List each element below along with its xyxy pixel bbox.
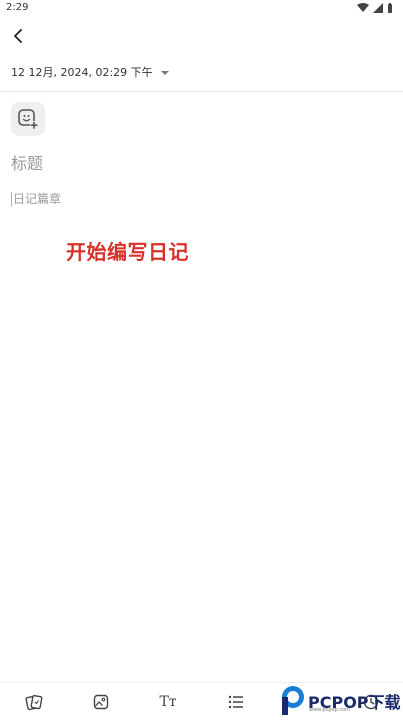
chevron-left-icon — [14, 29, 22, 43]
smiley-add-icon — [18, 109, 38, 129]
date-text: 12 12月, 2024, 02:29 下午 — [11, 66, 153, 79]
pcpop-logo-icon — [282, 686, 304, 715]
battery-icon — [388, 3, 392, 13]
body-placeholder: 日记篇章 — [13, 192, 62, 206]
text-size-button[interactable]: Tт — [157, 691, 179, 713]
list-button[interactable] — [225, 691, 247, 713]
image-icon — [93, 694, 109, 710]
image-button[interactable] — [90, 691, 112, 713]
title-input[interactable]: 标题 — [11, 150, 43, 174]
status-icons — [357, 3, 393, 13]
body-input[interactable]: 日记篇章 — [11, 190, 61, 207]
text-size-icon: Tт — [159, 694, 177, 710]
date-selector[interactable]: 12 12月, 2024, 02:29 下午 — [11, 64, 169, 80]
back-button[interactable] — [6, 24, 30, 48]
text-cursor — [11, 191, 12, 206]
add-mood-button[interactable] — [11, 102, 45, 136]
wifi-icon — [357, 3, 369, 12]
overlay-caption: 开始编写日记 — [66, 240, 189, 264]
watermark-logo: PCPOP下载 www.pcpop.com — [276, 683, 402, 717]
header-divider — [0, 91, 403, 92]
status-time: 2:29 — [6, 2, 29, 13]
cards-icon — [25, 694, 43, 711]
dropdown-caret-icon — [160, 71, 169, 75]
list-icon — [228, 695, 243, 709]
signal-icon — [373, 3, 383, 13]
status-bar: 2:29 — [0, 0, 403, 18]
cards-button[interactable] — [23, 691, 45, 713]
watermark-sub: www.pcpop.com — [309, 707, 350, 713]
